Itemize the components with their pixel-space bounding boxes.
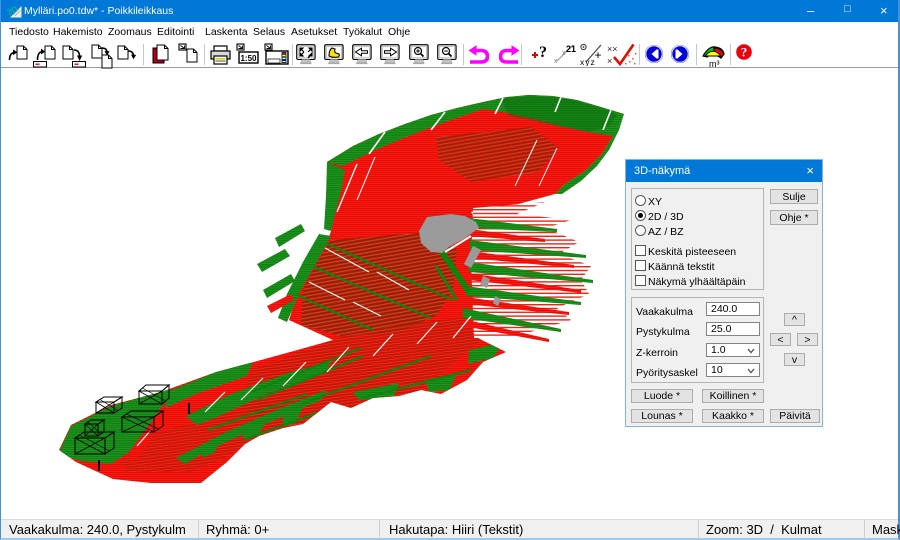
svg-text:xyz: xyz [580, 57, 596, 66]
svg-text:21: 21 [566, 44, 576, 54]
svg-text:?: ? [539, 44, 547, 61]
svg-text:?: ? [741, 45, 748, 60]
svg-text:1:50: 1:50 [240, 54, 257, 63]
svg-text:m³: m³ [709, 59, 720, 68]
svg-text:××: ×× [607, 44, 618, 54]
svg-text:×: × [607, 56, 612, 66]
svg-text:x: x [554, 58, 558, 65]
